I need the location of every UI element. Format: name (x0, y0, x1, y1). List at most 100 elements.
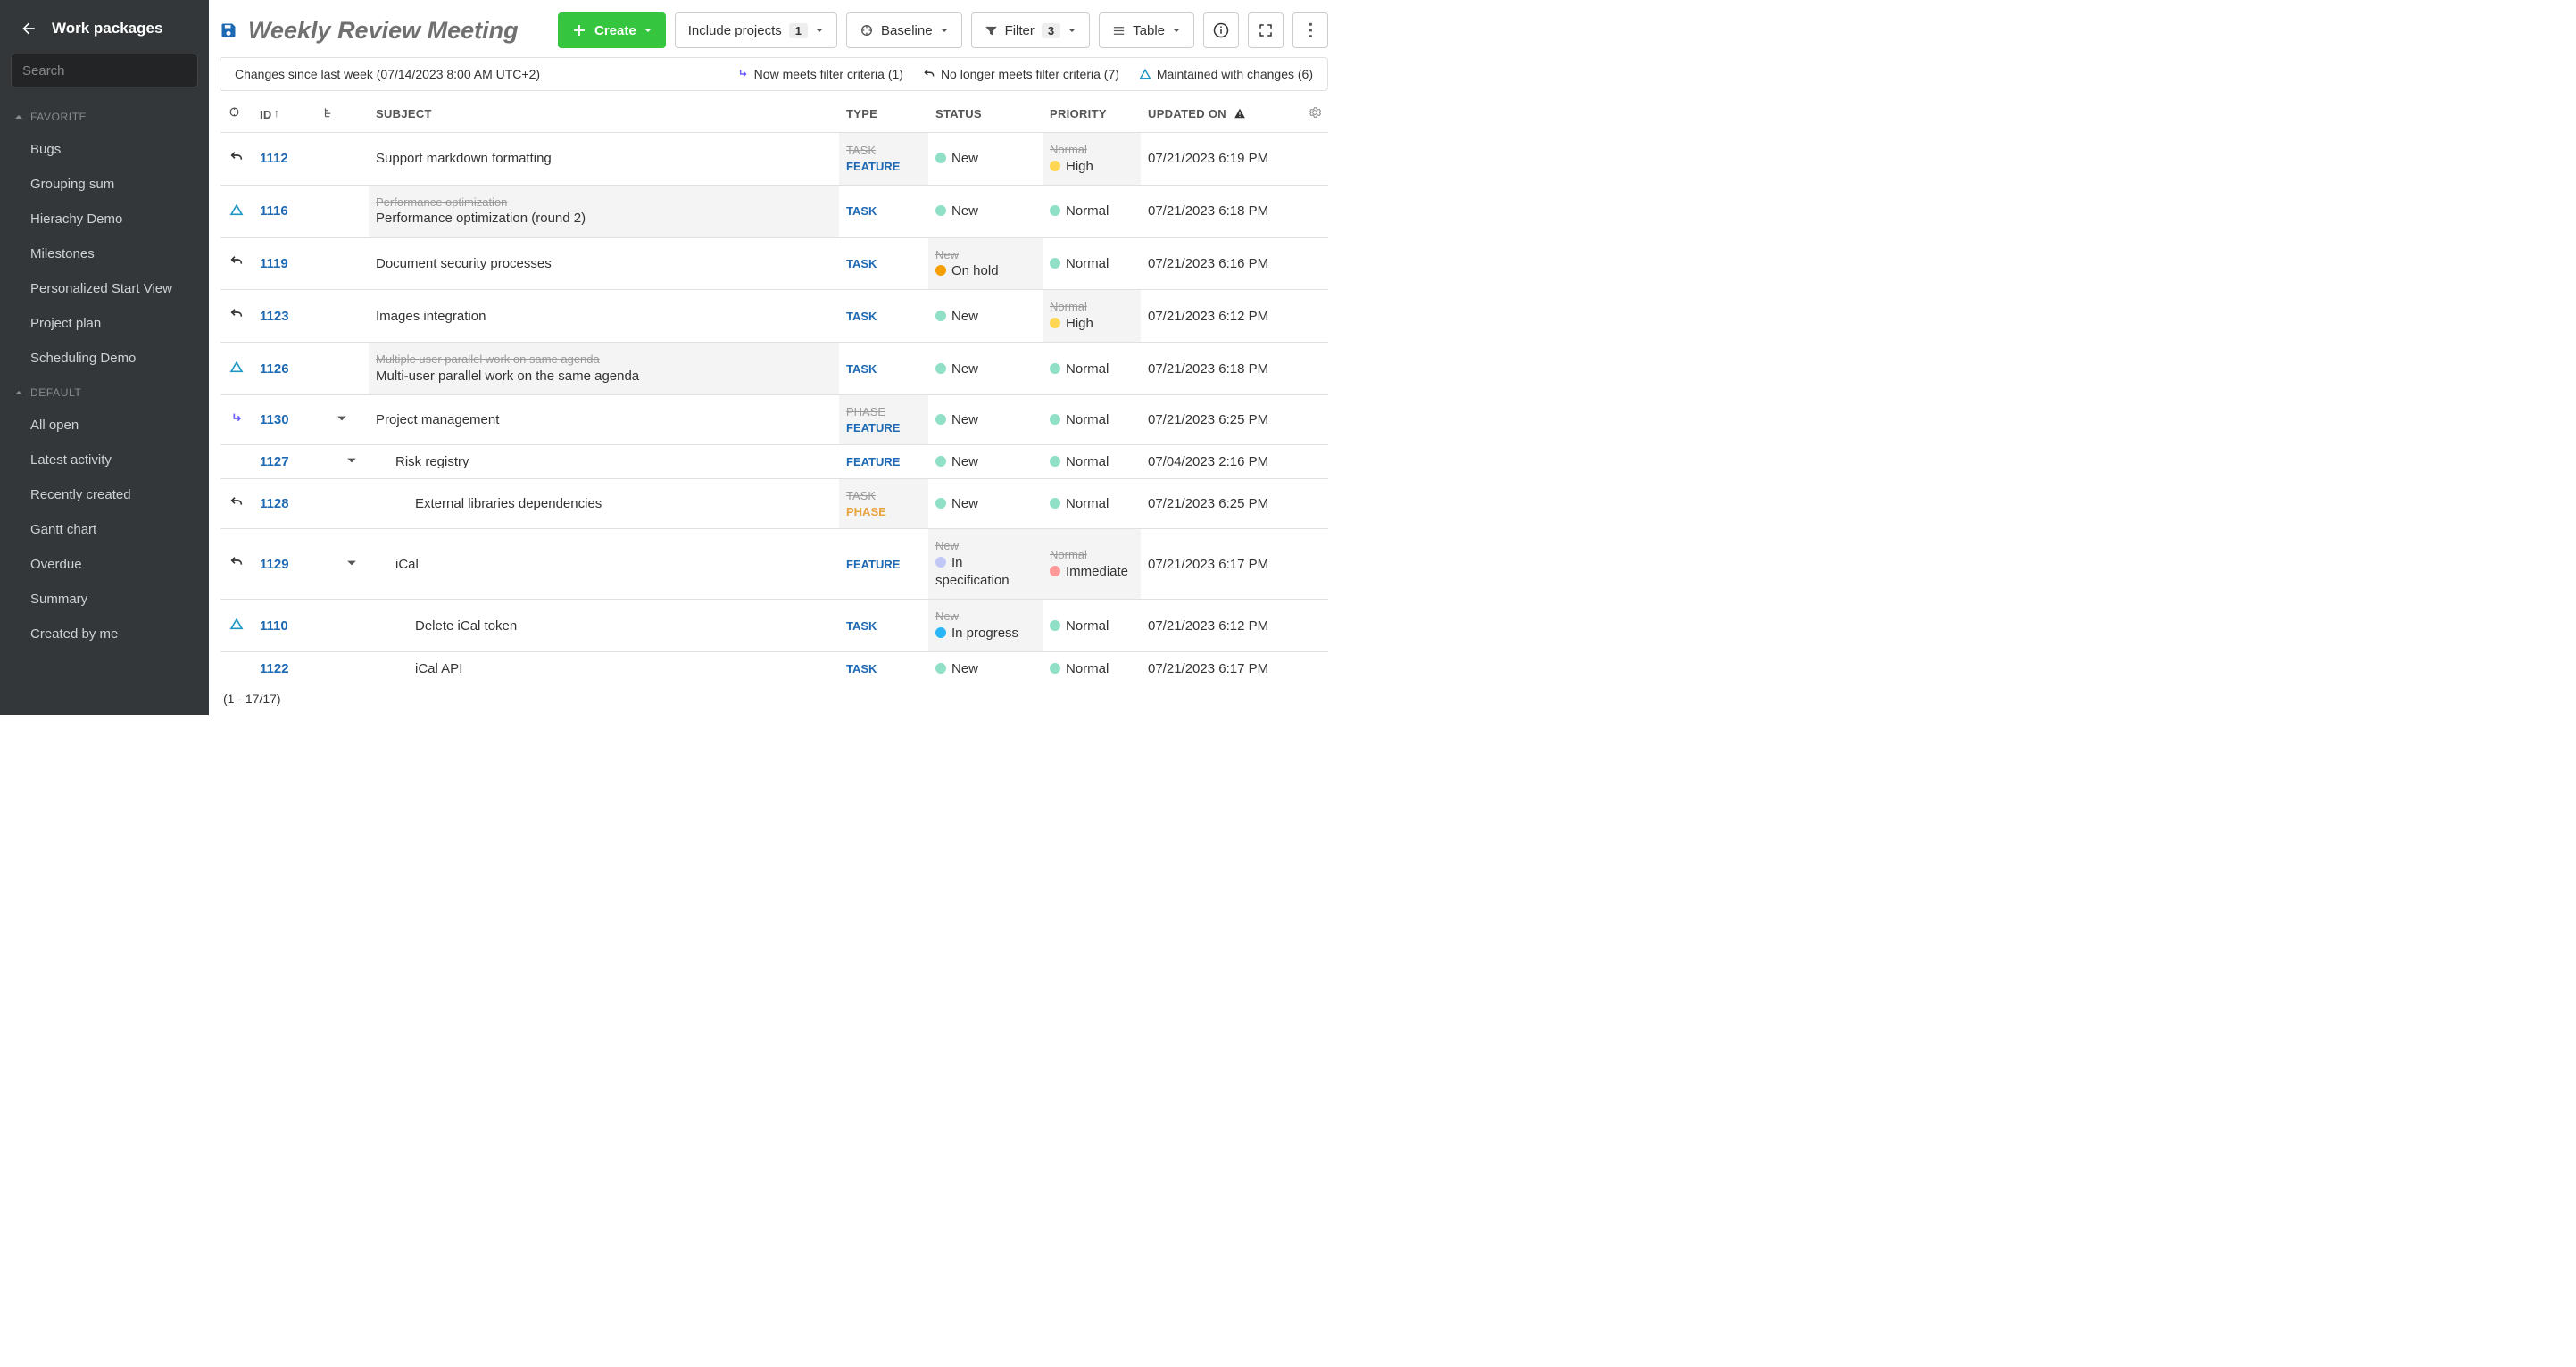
col-hierarchy[interactable] (315, 93, 369, 133)
sidebar-item[interactable]: Hierachy Demo (0, 202, 209, 236)
sidebar-item[interactable]: Grouping sum (0, 167, 209, 202)
chevron-up-icon (14, 112, 23, 121)
more-actions-button[interactable]: ⋯ (1292, 12, 1328, 48)
subject-text: Multi-user parallel work on the same age… (376, 368, 832, 385)
chevron-down-icon[interactable] (337, 413, 347, 424)
chevron-down-icon (815, 26, 824, 35)
gear-icon (1309, 106, 1321, 119)
baseline-label: Baseline (881, 23, 933, 38)
search-box[interactable] (11, 54, 198, 87)
view-mode-label: Table (1133, 23, 1165, 38)
work-package-id-link[interactable]: 1116 (260, 203, 288, 219)
priority-old: Normal (1050, 142, 1134, 158)
type-old: TASK (846, 143, 921, 159)
table-row[interactable]: 1116Performance optimizationPerformance … (220, 185, 1328, 237)
chevron-up-icon (14, 388, 23, 397)
view-mode-button[interactable]: Table (1099, 12, 1194, 48)
table-row[interactable]: 1129iCalFEATURENewIn specificationNormal… (220, 529, 1328, 600)
priority-value: Normal (1050, 203, 1109, 219)
col-configure[interactable] (1301, 93, 1328, 133)
col-type[interactable]: TYPE (839, 93, 928, 133)
table-row[interactable]: 1128External libraries dependenciesTASKP… (220, 479, 1328, 529)
updated-on-value: 07/21/2023 6:25 PM (1148, 412, 1268, 427)
status-value: New (935, 203, 978, 219)
type-value: TASK (846, 257, 877, 270)
updated-on-value: 07/21/2023 6:12 PM (1148, 618, 1268, 634)
work-package-id-link[interactable]: 1122 (260, 661, 289, 676)
work-package-id-link[interactable]: 1110 (260, 618, 288, 634)
work-package-id-link[interactable]: 1128 (260, 496, 289, 511)
col-updated-on[interactable]: UPDATED ON (1141, 93, 1301, 133)
sidebar-item[interactable]: Latest activity (0, 443, 209, 477)
sidebar-item[interactable]: Project plan (0, 306, 209, 341)
pagination-count: (1 - 17/17) (220, 684, 1328, 709)
sidebar-title: Work packages (52, 20, 162, 37)
search-input[interactable] (21, 62, 202, 79)
table-row[interactable]: 1126Multiple user parallel work on same … (220, 343, 1328, 395)
chevron-down-icon[interactable] (346, 558, 357, 568)
status-value: New (935, 412, 978, 427)
col-priority[interactable]: PRIORITY (1043, 93, 1141, 133)
nav-group-label: DEFAULT (30, 386, 81, 399)
arrow-enter-icon (229, 411, 244, 426)
table-row[interactable]: 1123Images integrationTASKNewNormalHigh0… (220, 290, 1328, 343)
undo-icon (229, 307, 244, 321)
chevron-down-icon[interactable] (346, 455, 357, 466)
sidebar-item[interactable]: Bugs (0, 132, 209, 167)
nav-group-header[interactable]: FAVORITE (0, 100, 209, 132)
filter-button[interactable]: Filter 3 (971, 12, 1091, 48)
status-value: New (935, 661, 978, 676)
table-row[interactable]: 1119Document security processesTASKNewOn… (220, 237, 1328, 290)
fullscreen-icon (1258, 22, 1274, 38)
include-projects-button[interactable]: Include projects 1 (675, 12, 837, 48)
work-package-id-link[interactable]: 1119 (260, 256, 288, 271)
info-button[interactable] (1203, 12, 1239, 48)
status-value: New (935, 454, 978, 469)
work-package-id-link[interactable]: 1112 (260, 151, 288, 166)
sidebar-item[interactable]: Gantt chart (0, 512, 209, 547)
arrow-enter-icon (736, 68, 749, 80)
work-package-id-link[interactable]: 1126 (260, 361, 289, 377)
no-longer-meets-indicator[interactable]: No longer meets filter criteria (7) (923, 67, 1119, 81)
table-row[interactable]: 1110Delete iCal tokenTASKNewIn progressN… (220, 600, 1328, 652)
nav-group-header[interactable]: DEFAULT (0, 376, 209, 408)
view-title[interactable]: Weekly Review Meeting (248, 17, 519, 45)
table-icon (1112, 24, 1126, 37)
subject-text: Delete iCal token (376, 618, 517, 634)
sidebar-item[interactable]: Created by me (0, 617, 209, 651)
table-row[interactable]: 1127Risk registryFEATURENewNormal07/04/2… (220, 445, 1328, 479)
create-button[interactable]: Create (558, 12, 666, 48)
work-package-id-link[interactable]: 1129 (260, 557, 289, 572)
status-value: New (935, 361, 978, 377)
sidebar-item[interactable]: Overdue (0, 547, 209, 582)
updated-on-value: 07/21/2023 6:25 PM (1148, 496, 1268, 511)
sidebar-item[interactable]: Personalized Start View (0, 271, 209, 306)
table-row[interactable]: 1130Project managementPHASEFEATURENewNor… (220, 394, 1328, 444)
updated-on-value: 07/04/2023 2:16 PM (1148, 454, 1268, 469)
fullscreen-button[interactable] (1248, 12, 1284, 48)
baseline-button[interactable]: Baseline (846, 12, 962, 48)
table-row[interactable]: 1112Support markdown formattingTASKFEATU… (220, 133, 1328, 186)
priority-value: High (1050, 315, 1134, 333)
main-content: Weekly Review Meeting Create Include pro… (209, 0, 1339, 715)
sidebar-item[interactable]: All open (0, 408, 209, 443)
type-old: PHASE (846, 404, 921, 420)
sidebar-item[interactable]: Recently created (0, 477, 209, 512)
col-id[interactable]: ID↑ (253, 93, 315, 133)
table-row[interactable]: 1122iCal APITASKNewNormal07/21/2023 6:17… (220, 652, 1328, 684)
save-icon[interactable] (220, 21, 237, 39)
work-package-id-link[interactable]: 1127 (260, 454, 289, 469)
baseline-icon (228, 105, 241, 119)
sidebar-item[interactable]: Summary (0, 582, 209, 617)
maintained-indicator[interactable]: Maintained with changes (6) (1139, 67, 1313, 81)
now-meets-indicator[interactable]: Now meets filter criteria (1) (736, 67, 903, 81)
create-label: Create (594, 23, 636, 38)
sidebar-item[interactable]: Milestones (0, 236, 209, 271)
col-status[interactable]: STATUS (928, 93, 1043, 133)
col-change-indicator[interactable] (220, 93, 253, 133)
sidebar-item[interactable]: Scheduling Demo (0, 341, 209, 376)
work-package-id-link[interactable]: 1123 (260, 309, 289, 324)
col-subject[interactable]: SUBJECT (369, 93, 839, 133)
back-arrow-icon[interactable] (20, 20, 37, 37)
work-package-id-link[interactable]: 1130 (260, 412, 289, 427)
